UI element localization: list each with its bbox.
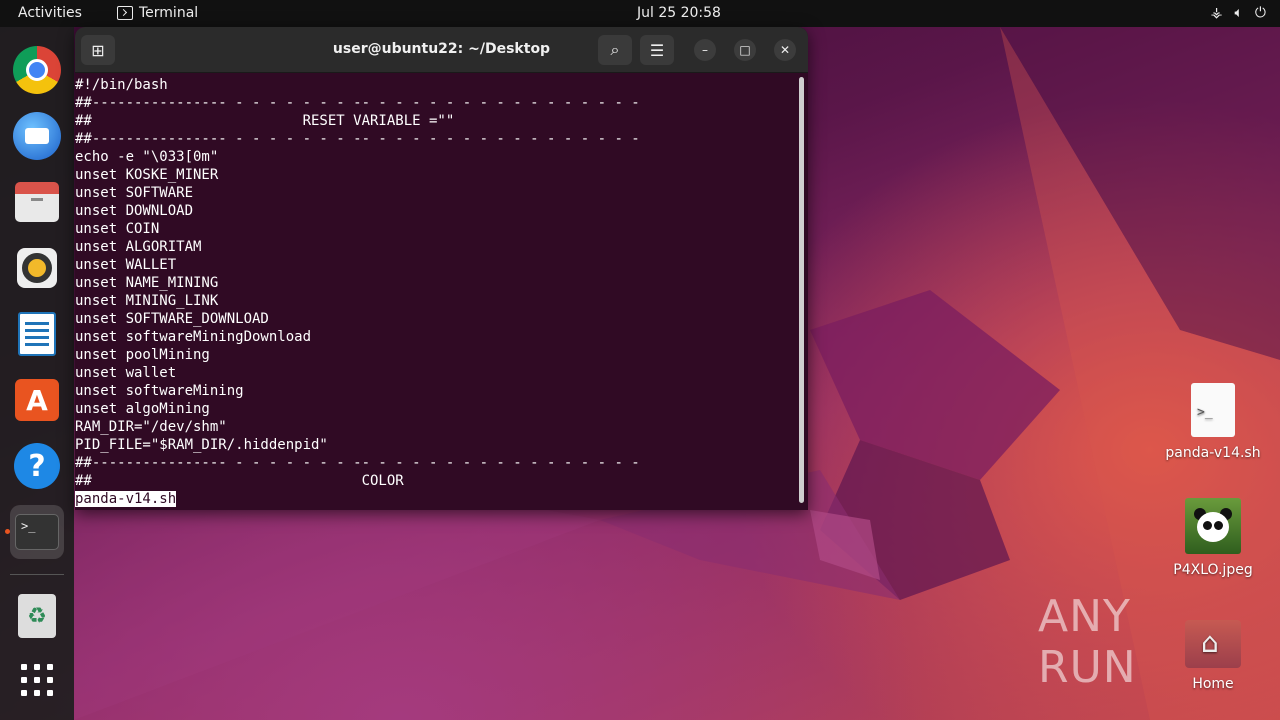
minimize-icon: – [702, 43, 708, 57]
terminal-line: unset MINING_LINK [75, 293, 219, 309]
terminal-line: ## COLOR [75, 473, 404, 489]
writer-icon [18, 312, 56, 356]
dock-item-rhythmbox[interactable] [10, 241, 64, 295]
terminal-line: #!/bin/bash [75, 77, 168, 93]
shell-script-file-icon: >_ [1191, 383, 1235, 437]
dock-item-files[interactable] [10, 175, 64, 229]
clock[interactable]: Jul 25 20:58 [637, 5, 721, 21]
terminal-line: echo -e "\033[0m" [75, 149, 219, 165]
help-icon: ? [14, 443, 60, 489]
top-bar: Activities Terminal Jul 25 20:58 ⚶ 🔈︎ ⏻ [0, 0, 1280, 27]
dock-item-writer[interactable] [10, 307, 64, 361]
terminal-line: ## RESET VARIABLE ="" [75, 113, 455, 129]
terminal-line: ##---------------- - - - - - - - -- - - … [75, 455, 640, 471]
terminal-line: ##---------------- - - - - - - - -- - - … [75, 131, 640, 147]
menu-button[interactable]: ☰ [640, 35, 674, 65]
terminal-line: unset DOWNLOAD [75, 203, 194, 219]
image-file-icon [1185, 498, 1241, 554]
terminal-scrollbar[interactable] [799, 77, 804, 503]
anyrun-watermark: ANY RUN [1038, 591, 1137, 693]
app-menu-label: Terminal [139, 5, 199, 21]
desktop-icon-label: panda-v14.sh [1165, 445, 1261, 461]
app-menu[interactable]: Terminal [117, 5, 198, 21]
dock-item-trash[interactable]: ♻ [10, 589, 64, 643]
terminal-line: unset algoMining [75, 401, 210, 417]
terminal-icon: >_ [15, 514, 59, 550]
dock-item-help[interactable]: ? [10, 439, 64, 493]
desktop-icon-label: P4XLO.jpeg [1173, 562, 1253, 578]
close-button[interactable]: ✕ [774, 39, 796, 61]
maximize-button[interactable]: □ [734, 39, 756, 61]
desktop-icon-p4xlo-jpeg[interactable]: P4XLO.jpeg [1163, 498, 1263, 578]
power-icon: ⏻ [1254, 5, 1266, 21]
terminal-line: unset ALGORITAM [75, 239, 202, 255]
thunderbird-icon [13, 112, 61, 160]
terminal-status-line: panda-v14.sh [75, 490, 799, 508]
dock-separator [10, 574, 64, 575]
network-icon: ⚶ [1210, 5, 1223, 21]
terminal-line: unset KOSKE_MINER [75, 167, 219, 183]
terminal-line: RAM_DIR="/dev/shm" [75, 419, 227, 435]
dock-item-app-center[interactable]: A [10, 373, 64, 427]
dock-item-show-apps[interactable] [10, 653, 64, 707]
search-icon: ⌕ [610, 40, 620, 59]
app-center-icon: A [15, 379, 59, 421]
files-icon [15, 182, 59, 222]
app-grid-icon [21, 664, 53, 696]
system-tray[interactable]: ⚶ 🔈︎ ⏻ [1211, 5, 1266, 21]
hamburger-menu-icon: ☰ [649, 40, 665, 60]
status-filename: panda-v14.sh [75, 491, 177, 507]
rhythmbox-icon [17, 248, 57, 288]
terminal-output[interactable]: #!/bin/bash ##---------------- - - - - - … [75, 75, 799, 510]
terminal-line: unset poolMining [75, 347, 210, 363]
terminal-line: unset softwareMining [75, 383, 244, 399]
dock-item-thunderbird[interactable] [10, 109, 64, 163]
dock: A ? >_ ♻ [0, 27, 74, 720]
activities-button[interactable]: Activities [18, 5, 82, 21]
dock-item-chrome[interactable] [10, 43, 64, 97]
maximize-icon: □ [739, 43, 751, 57]
volume-icon: 🔈︎ [1234, 5, 1243, 21]
terminal-line: unset SOFTWARE_DOWNLOAD [75, 311, 269, 327]
terminal-line: unset WALLET [75, 257, 177, 273]
chrome-icon [13, 46, 61, 94]
desktop-icon-panda-sh[interactable]: >_ panda-v14.sh [1163, 383, 1263, 461]
terminal-line: ##---------------- - - - - - - - -- - - … [75, 95, 640, 111]
terminal-header-bar[interactable]: ⊞ user@ubuntu22: ~/Desktop ⌕ ☰ – □ ✕ [75, 27, 808, 73]
terminal-line: unset softwareMiningDownload [75, 329, 312, 345]
terminal-app-icon [117, 6, 133, 20]
terminal-line: unset SOFTWARE [75, 185, 194, 201]
dock-item-terminal[interactable]: >_ [10, 505, 64, 559]
terminal-line: unset COIN [75, 221, 160, 237]
trash-icon: ♻ [18, 594, 56, 638]
terminal-window[interactable]: ⊞ user@ubuntu22: ~/Desktop ⌕ ☰ – □ ✕ #!/… [75, 27, 808, 510]
terminal-line: PID_FILE="$RAM_DIR/.hiddenpid" [75, 437, 328, 453]
terminal-line: unset wallet [75, 365, 177, 381]
search-button[interactable]: ⌕ [598, 35, 632, 65]
close-icon: ✕ [779, 43, 791, 57]
terminal-line: unset NAME_MINING [75, 275, 219, 291]
minimize-button[interactable]: – [694, 39, 716, 61]
